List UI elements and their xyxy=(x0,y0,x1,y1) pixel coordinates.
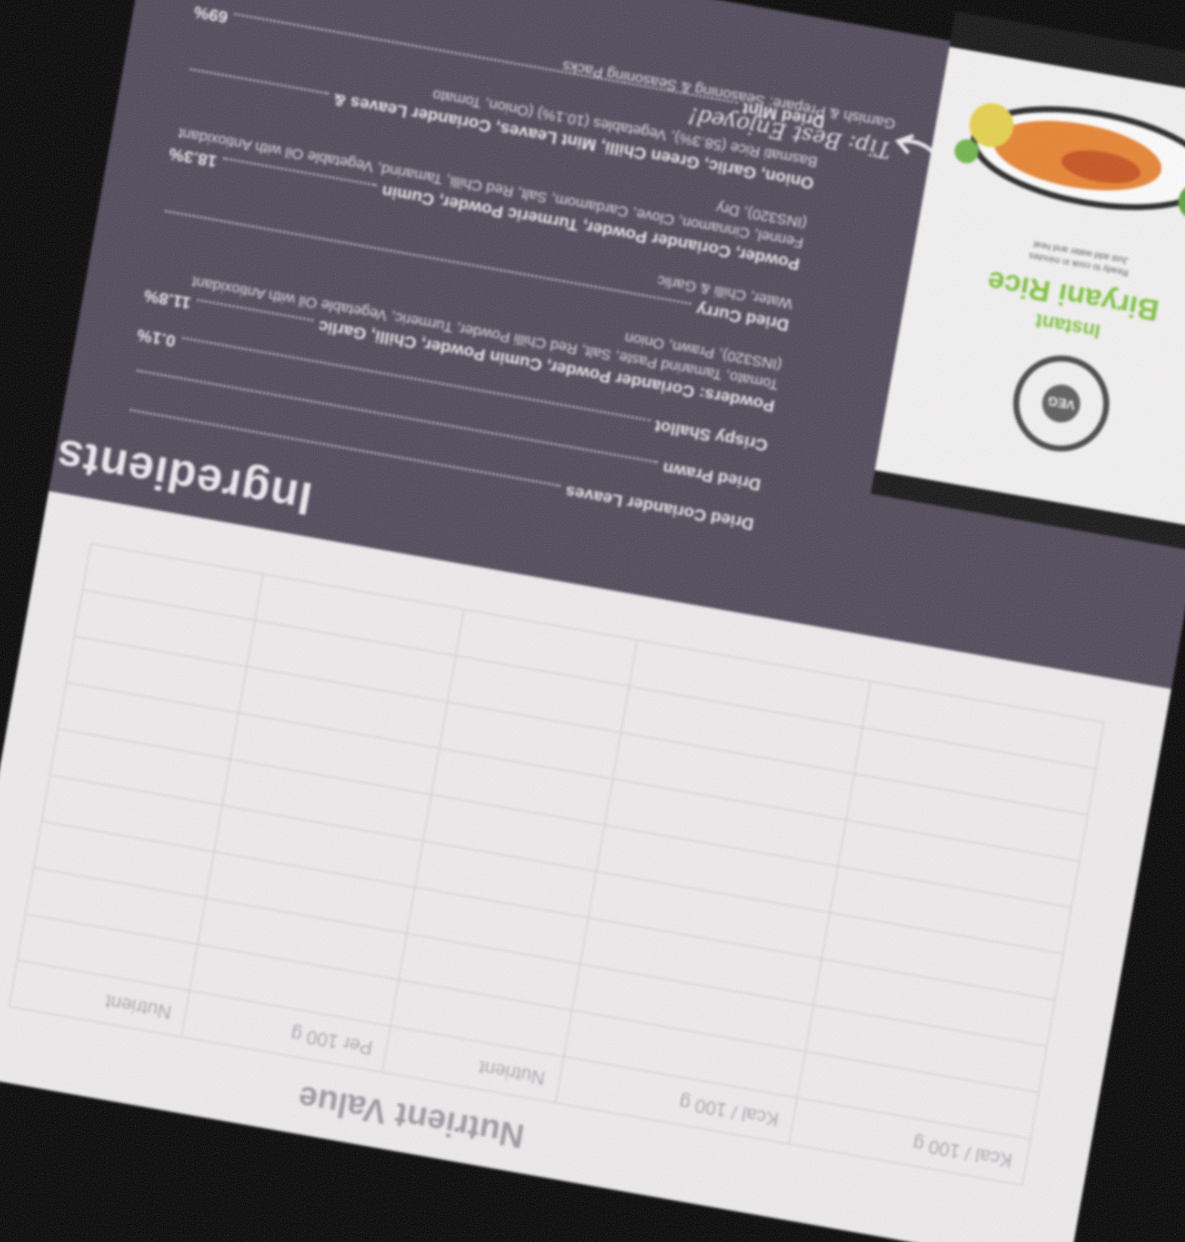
product-leaflet: Nutrient Value Kcal / 100 g Kcal / 100 g… xyxy=(0,0,1185,1242)
product-pack: VEG Instant Biryani Rice Ready to cook i… xyxy=(870,11,1185,552)
ingredient-percent xyxy=(122,403,125,423)
ingredient-percent xyxy=(129,364,132,384)
veg-badge-icon: VEG xyxy=(1005,347,1117,460)
ingredient-percent: 0.1% xyxy=(135,325,177,351)
photo-stage: Nutrient Value Kcal / 100 g Kcal / 100 g… xyxy=(0,0,1185,1242)
ingredient-name: Dried Prawn xyxy=(661,458,763,495)
ingredient-list: Dried Coriander Leaves Dried Prawn Crispy … xyxy=(122,0,830,534)
ingredient-percent xyxy=(157,204,160,224)
food-photo-icon xyxy=(954,103,1185,220)
ingredient-name: Crispy Shallot xyxy=(653,416,770,456)
pack-badge-text: VEG xyxy=(1039,381,1084,426)
ingredient-percent xyxy=(182,62,185,82)
ingredient-percent: 69% xyxy=(192,2,230,27)
